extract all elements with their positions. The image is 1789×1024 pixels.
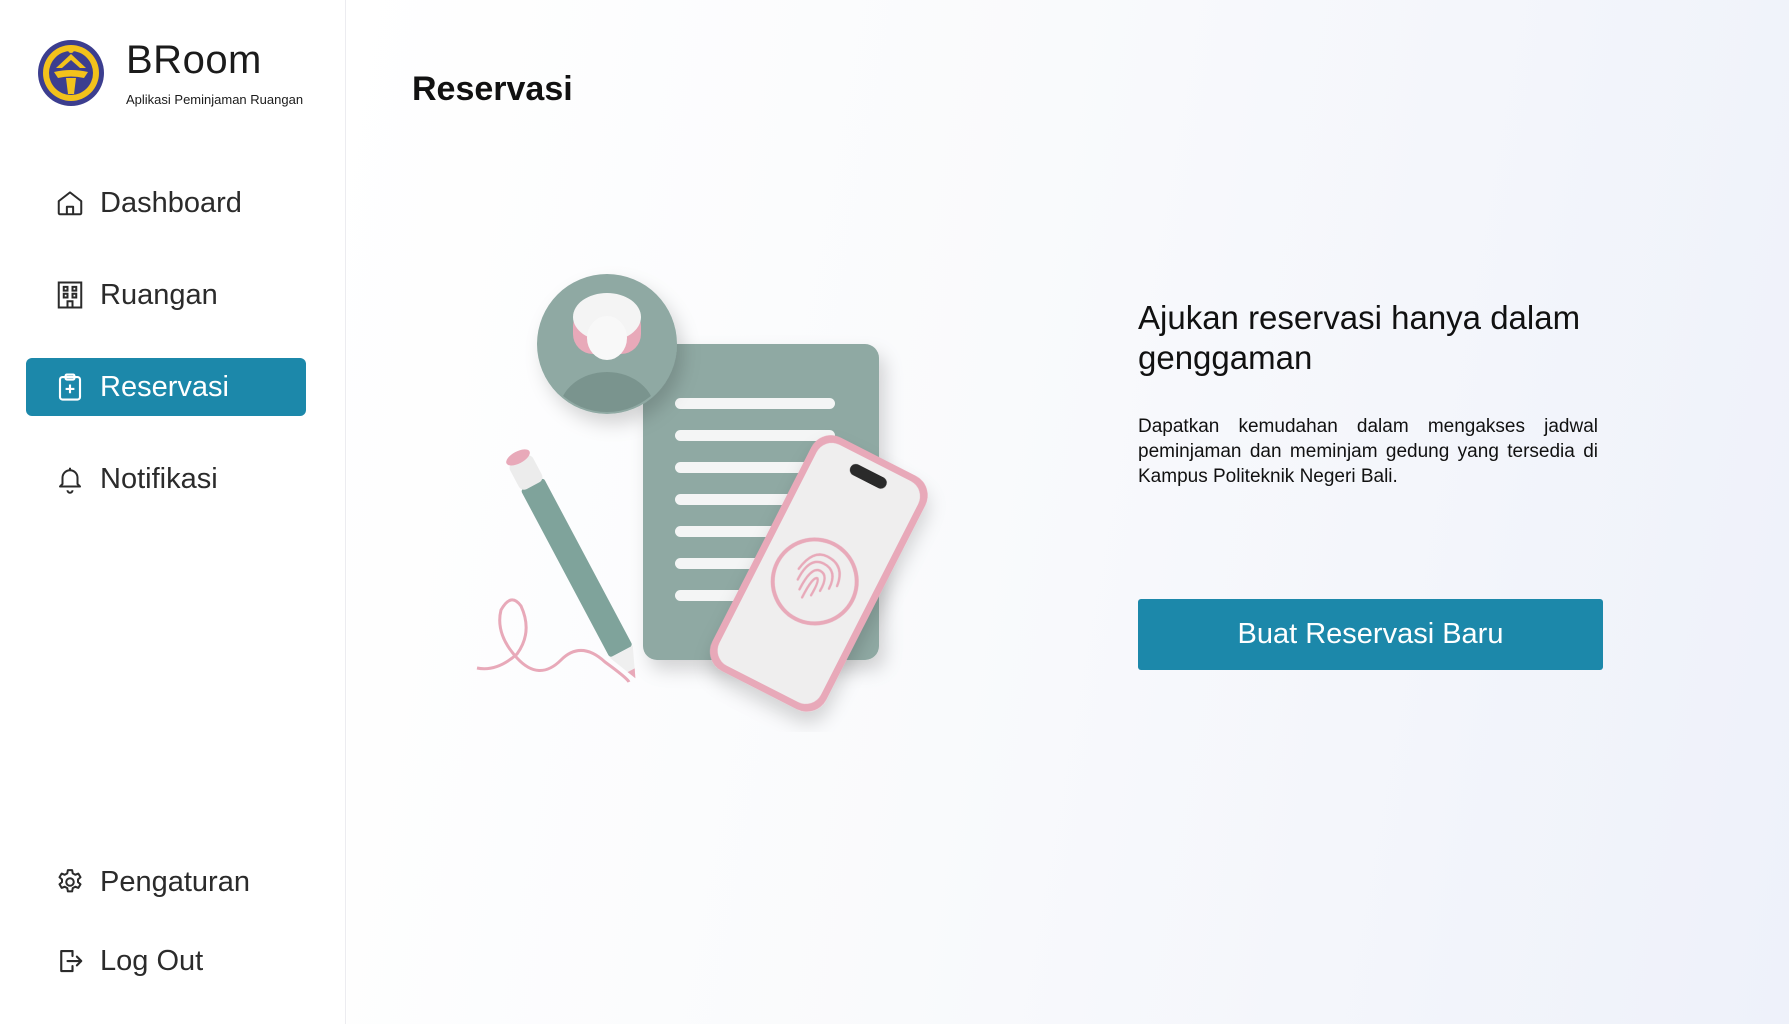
gear-icon [54,866,86,898]
brand[interactable]: BRoom Aplikasi Peminjaman Ruangan [36,38,303,108]
page-title: Reservasi [412,70,573,108]
clipboard-plus-icon [54,371,86,403]
nav-item-notifikasi[interactable]: Notifikasi [26,450,306,508]
building-icon [54,279,86,311]
nav-label: Ruangan [100,278,218,311]
brand-subtitle: Aplikasi Peminjaman Ruangan [126,91,304,107]
reservation-illustration [476,274,928,712]
create-reservation-button[interactable]: Buat Reservasi Baru [1138,599,1603,670]
nav-label: Reservasi [100,370,229,403]
brand-logo [38,40,104,106]
nav-item-logout[interactable]: Log Out [26,932,306,990]
bell-icon [54,463,86,495]
main-content: Reservasi Ajukan reservasi hanya dalam g… [347,0,1789,1024]
nav-item-pengaturan[interactable]: Pengaturan [26,853,306,911]
nav-label: Dashboard [100,186,242,219]
nav-item-reservasi[interactable]: Reservasi [26,358,306,416]
nav-label: Notifikasi [100,462,218,495]
logout-icon [54,945,86,977]
nav-item-ruangan[interactable]: Ruangan [26,266,306,324]
sidebar: BRoom Aplikasi Peminjaman Ruangan Dashbo… [0,0,346,1024]
nav-label: Pengaturan [100,865,250,898]
nav-label: Log Out [100,944,204,977]
hero-headline: Ajukan reservasi hanya dalam genggaman [1138,299,1581,376]
nav-item-dashboard[interactable]: Dashboard [26,174,306,232]
brand-name: BRoom [126,37,262,82]
hero-description: Dapatkan kemudahan dalam mengakses jadwa… [1138,416,1598,487]
home-icon [54,187,86,219]
